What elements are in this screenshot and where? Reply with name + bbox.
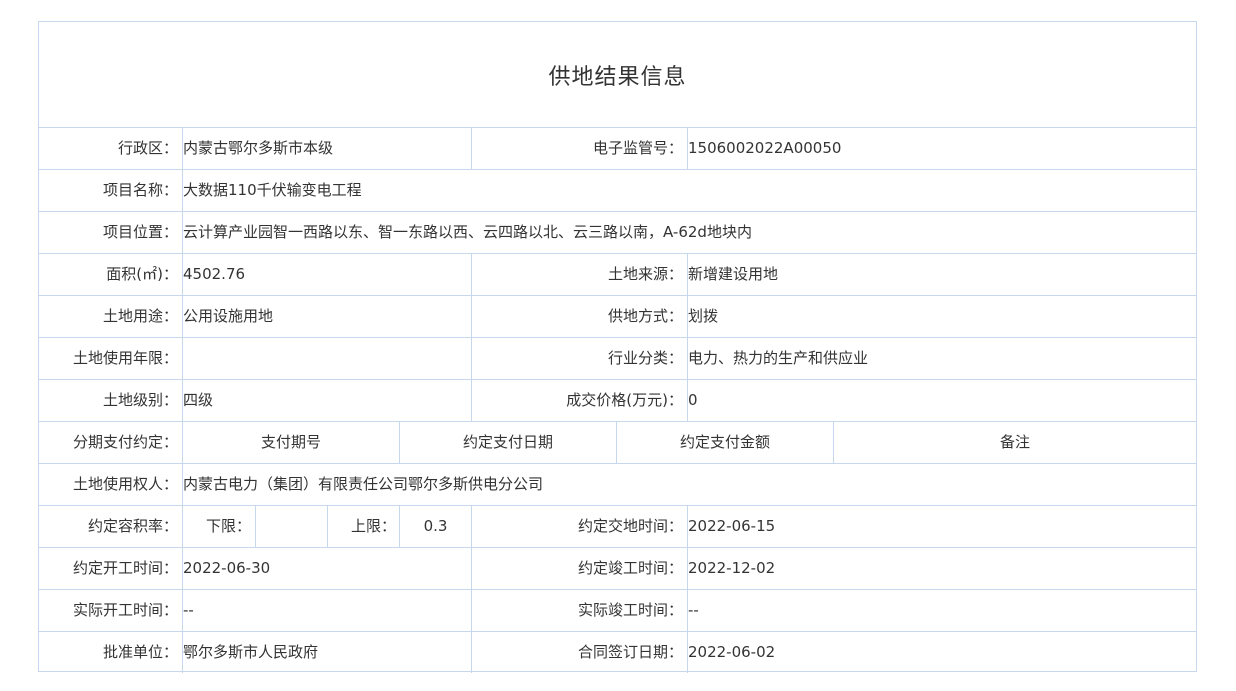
value-land-use-term [183,338,467,379]
page-title: 供地结果信息 [548,64,687,90]
label-land-source: 土地来源： [607,265,683,283]
label-approval-unit: 批准单位： [102,643,178,661]
value-supply-method: 划拨 [688,307,719,325]
label-actual-start-date: 实际开工时间： [72,601,178,619]
row-project-location: 项目位置： 云计算产业园智一西路以东、智一东路以西、云四路以北、云三路以南，A-… [39,212,1196,254]
value-agreed-delivery-date: 2022-06-15 [688,517,776,535]
value-area: 4502.76 [183,265,246,283]
label-supply-method: 供地方式： [607,307,683,325]
label-area: 面积(㎡)： [106,265,178,283]
label-project-location: 项目位置： [102,223,178,241]
label-agreed-completion-date: 约定竣工时间： [577,559,683,577]
header-payment-date: 约定支付日期 [462,433,553,451]
row-administrative-region: 行政区： 内蒙古鄂尔多斯市本级 电子监管号： 1506002022A00050 [39,128,1196,170]
value-land-use: 公用设施用地 [183,307,274,325]
value-supervision-number: 1506002022A00050 [688,139,842,157]
value-actual-completion-date: -- [688,601,699,619]
label-plot-ratio: 约定容积率： [87,517,178,535]
row-land-use-term: 土地使用年限： 行业分类： 电力、热力的生产和供应业 [39,338,1196,380]
value-agreed-start-date: 2022-06-30 [183,559,271,577]
value-administrative-region: 内蒙古鄂尔多斯市本级 [183,139,334,157]
value-agreed-completion-date: 2022-12-02 [688,559,776,577]
label-contract-signing-date: 合同签订日期： [577,643,683,661]
label-transaction-price: 成交价格(万元)： [566,391,683,409]
label-actual-completion-date: 实际竣工时间： [577,601,683,619]
label-administrative-region: 行政区： [117,139,178,157]
value-plot-ratio-upper: 0.3 [423,517,448,535]
header-remarks: 备注 [999,433,1030,451]
label-land-use-term: 土地使用年限： [72,349,178,367]
label-supervision-number: 电子监管号： [592,139,683,157]
row-installment-payment: 分期支付约定： 支付期号 约定支付日期 约定支付金额 备注 [39,422,1196,464]
land-supply-result-panel: 供地结果信息 行政区： 内蒙古鄂尔多斯市本级 电子监管号： 1506002022… [38,21,1197,674]
label-land-right-holder: 土地使用权人： [72,475,178,493]
value-land-source: 新增建设用地 [688,265,779,283]
row-land-grade: 土地级别： 四级 成交价格(万元)： 0 [39,380,1196,422]
row-agreed-start: 约定开工时间： 2022-06-30 约定竣工时间： 2022-12-02 [39,548,1196,590]
row-project-name: 项目名称： 大数据110千伏输变电工程 [39,170,1196,212]
label-agreed-start-date: 约定开工时间： [72,559,178,577]
value-project-name: 大数据110千伏输变电工程 [183,181,362,199]
header-payment-period: 支付期号 [260,433,321,451]
info-table: 行政区： 内蒙古鄂尔多斯市本级 电子监管号： 1506002022A00050 … [39,127,1196,674]
row-actual-start: 实际开工时间： -- 实际竣工时间： -- [39,590,1196,632]
label-agreed-delivery-date: 约定交地时间： [577,517,683,535]
label-industry-category: 行业分类： [607,349,683,367]
label-project-name: 项目名称： [102,181,178,199]
label-plot-ratio-upper: 上限： [350,517,396,535]
value-contract-signing-date: 2022-06-02 [688,643,776,661]
value-industry-category: 电力、热力的生产和供应业 [688,349,869,367]
label-land-grade: 土地级别： [102,391,178,409]
value-land-grade: 四级 [183,391,214,409]
row-approval-unit: 批准单位： 鄂尔多斯市人民政府 合同签订日期： 2022-06-02 [39,632,1196,674]
row-land-right-holder: 土地使用权人： 内蒙古电力（集团）有限责任公司鄂尔多斯供电分公司 [39,464,1196,506]
label-installment-payment: 分期支付约定： [72,433,178,451]
row-area: 面积(㎡)： 4502.76 土地来源： 新增建设用地 [39,254,1196,296]
value-land-right-holder: 内蒙古电力（集团）有限责任公司鄂尔多斯供电分公司 [183,475,544,493]
label-plot-ratio-lower: 下限： [205,517,251,535]
row-land-use: 土地用途： 公用设施用地 供地方式： 划拨 [39,296,1196,338]
value-plot-ratio-lower [256,506,327,547]
row-plot-ratio: 约定容积率： 下限： 上限： 0.3 约定交地时间： 2022-06-15 [39,506,1196,548]
value-actual-start-date: -- [183,601,194,619]
value-project-location: 云计算产业园智一西路以东、智一东路以西、云四路以北、云三路以南，A-62d地块内 [183,223,752,241]
value-transaction-price: 0 [688,391,698,409]
header-payment-amount: 约定支付金额 [679,433,770,451]
value-approval-unit: 鄂尔多斯市人民政府 [183,643,319,661]
label-land-use: 土地用途： [102,307,178,325]
